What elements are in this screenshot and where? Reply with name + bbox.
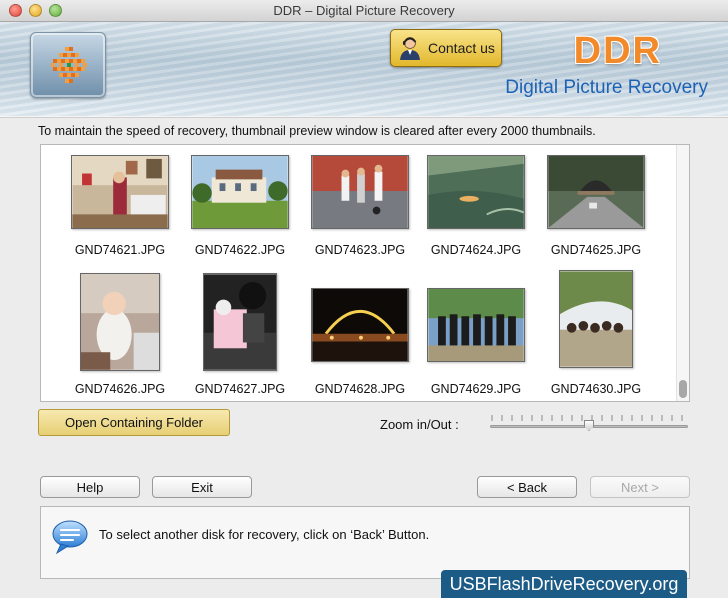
speech-bubble-icon (52, 520, 88, 555)
thumbnail-filename: GND74627.JPG (194, 382, 286, 396)
thumbnail-image (191, 155, 289, 229)
thumbnail-item[interactable]: GND74624.JPG (421, 155, 531, 257)
thumbnail-filename: GND74629.JPG (430, 382, 522, 396)
brand-title: DDR (573, 30, 662, 72)
thumbnail-item[interactable]: GND74628.JPG (305, 288, 415, 396)
status-message: To select another disk for recovery, cli… (99, 527, 430, 542)
back-button[interactable]: < Back (477, 476, 577, 498)
thumbnail-preview-panel[interactable]: GND74621.JPG GND74622.JPG GND74623.JPG G… (40, 144, 690, 402)
thumbnail-filename: GND74628.JPG (314, 382, 406, 396)
support-person-icon (400, 37, 420, 60)
thumbnail-filename: GND74630.JPG (550, 382, 642, 396)
window-title: DDR – Digital Picture Recovery (273, 3, 455, 18)
open-containing-folder-button[interactable]: Open Containing Folder (38, 409, 230, 436)
slider-knob[interactable] (584, 420, 594, 431)
thumbnail-filename: GND74625.JPG (550, 243, 642, 257)
thumbnail-image (559, 270, 633, 368)
thumbnail-item[interactable]: GND74625.JPG (541, 155, 651, 257)
thumbnail-filename: GND74622.JPG (194, 243, 286, 257)
info-text: To maintain the speed of recovery, thumb… (38, 124, 596, 138)
thumbnail-image (311, 288, 409, 362)
thumbnail-scrollbar[interactable] (676, 145, 689, 401)
thumbnail-filename: GND74621.JPG (74, 243, 166, 257)
thumbnail-image (311, 155, 409, 229)
thumbnail-item[interactable]: GND74623.JPG (305, 155, 415, 257)
thumbnail-filename: GND74626.JPG (74, 382, 166, 396)
thumbnail-image (427, 288, 525, 362)
watermark-banner: USBFlashDriveRecovery.org (441, 570, 687, 598)
contact-us-button[interactable]: Contact us (390, 29, 502, 67)
header-divider (0, 116, 728, 118)
title-bar: DDR – Digital Picture Recovery (0, 0, 728, 22)
thumbnail-image (427, 155, 525, 229)
next-button[interactable]: Next > (590, 476, 690, 498)
zoom-label: Zoom in/Out : (380, 417, 459, 432)
thumbnail-image (80, 273, 160, 371)
thumbnail-item[interactable]: GND74627.JPG (185, 273, 295, 396)
scrollbar-thumb[interactable] (679, 380, 687, 398)
app-logo (30, 32, 106, 98)
thumbnail-image (71, 155, 169, 229)
exit-button[interactable]: Exit (152, 476, 252, 498)
thumbnail-filename: GND74624.JPG (430, 243, 522, 257)
checker-logo-icon (51, 47, 87, 83)
zoom-slider[interactable] (490, 415, 690, 435)
thumbnail-image (203, 273, 277, 371)
thumbnail-item[interactable]: GND74630.JPG (541, 270, 651, 396)
thumbnail-item[interactable]: GND74622.JPG (185, 155, 295, 257)
thumbnail-item[interactable]: GND74629.JPG (421, 288, 531, 396)
message-panel: To select another disk for recovery, cli… (40, 506, 690, 579)
thumbnail-item[interactable]: GND74626.JPG (65, 273, 175, 396)
help-button[interactable]: Help (40, 476, 140, 498)
thumbnail-item[interactable]: GND74621.JPG (65, 155, 175, 257)
thumbnail-image (547, 155, 645, 229)
brand-subtitle: Digital Picture Recovery (505, 77, 708, 98)
header-banner: Contact us DDR Digital Picture Recovery (0, 22, 728, 116)
thumbnail-filename: GND74623.JPG (314, 243, 406, 257)
contact-us-label: Contact us (428, 40, 495, 56)
